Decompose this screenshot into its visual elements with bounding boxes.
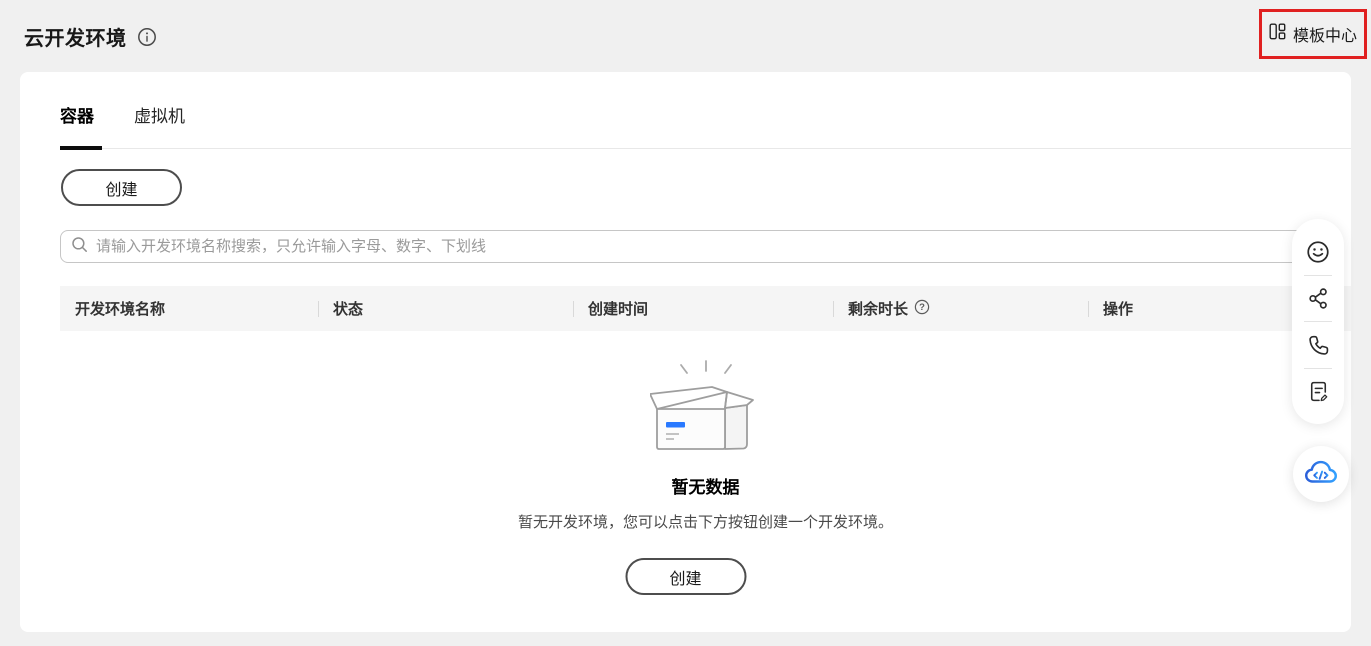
tab-container[interactable]: 容器 bbox=[60, 102, 94, 146]
column-create-time[interactable]: 创建时间 bbox=[573, 298, 833, 319]
page: 云开发环境 模板中心 容器 虚拟机 创建 请输入开发环境名称搜索，只允许输入字母… bbox=[0, 0, 1371, 646]
empty-create-button[interactable]: 创建 bbox=[625, 558, 746, 595]
smiley-icon[interactable] bbox=[1305, 239, 1331, 265]
page-title: 云开发环境 bbox=[24, 28, 127, 50]
svg-text:?: ? bbox=[919, 302, 925, 313]
main-card: 容器 虚拟机 创建 开发环境名称 状态 创建 bbox=[20, 72, 1351, 632]
search-icon bbox=[71, 236, 88, 258]
empty-box-icon bbox=[648, 358, 762, 459]
search-input[interactable] bbox=[96, 238, 1295, 255]
empty-title: 暂无数据 bbox=[671, 478, 740, 497]
search-box[interactable] bbox=[60, 230, 1306, 263]
toolbar-divider bbox=[1304, 321, 1332, 322]
annotation-box: 模板中心 bbox=[1259, 9, 1367, 59]
column-status[interactable]: 状态 bbox=[318, 298, 573, 319]
column-env-name[interactable]: 开发环境名称 bbox=[60, 298, 318, 319]
template-icon bbox=[1269, 23, 1286, 45]
help-icon[interactable]: ? bbox=[914, 299, 930, 319]
empty-description: 暂无开发环境，您可以点击下方按钮创建一个开发环境。 bbox=[517, 514, 893, 531]
template-center-label: 模板中心 bbox=[1292, 28, 1357, 45]
side-toolbar bbox=[1292, 219, 1344, 424]
share-icon[interactable] bbox=[1306, 286, 1331, 311]
toolbar-divider bbox=[1304, 368, 1332, 369]
active-tab-indicator bbox=[60, 146, 102, 150]
tab-divider bbox=[60, 148, 1351, 149]
feedback-icon[interactable] bbox=[1306, 379, 1331, 404]
page-header: 云开发环境 bbox=[24, 22, 157, 51]
column-remaining-time[interactable]: 剩余时长 ? bbox=[833, 298, 1088, 319]
template-center-button[interactable]: 模板中心 bbox=[1269, 22, 1357, 46]
phone-icon[interactable] bbox=[1305, 332, 1331, 358]
tab-bar: 容器 虚拟机 bbox=[60, 102, 1311, 146]
cloud-code-icon bbox=[1302, 457, 1340, 492]
table-header: 开发环境名称 状态 创建时间 剩余时长 ? 操作 bbox=[60, 286, 1351, 331]
empty-state: 暂无数据 暂无开发环境，您可以点击下方按钮创建一个开发环境。 bbox=[60, 358, 1351, 532]
toolbar-divider bbox=[1304, 275, 1332, 276]
cloud-ide-fab[interactable] bbox=[1293, 446, 1349, 502]
create-button[interactable]: 创建 bbox=[61, 169, 182, 206]
info-icon[interactable] bbox=[137, 27, 157, 47]
tab-virtual-machine[interactable]: 虚拟机 bbox=[134, 102, 185, 146]
